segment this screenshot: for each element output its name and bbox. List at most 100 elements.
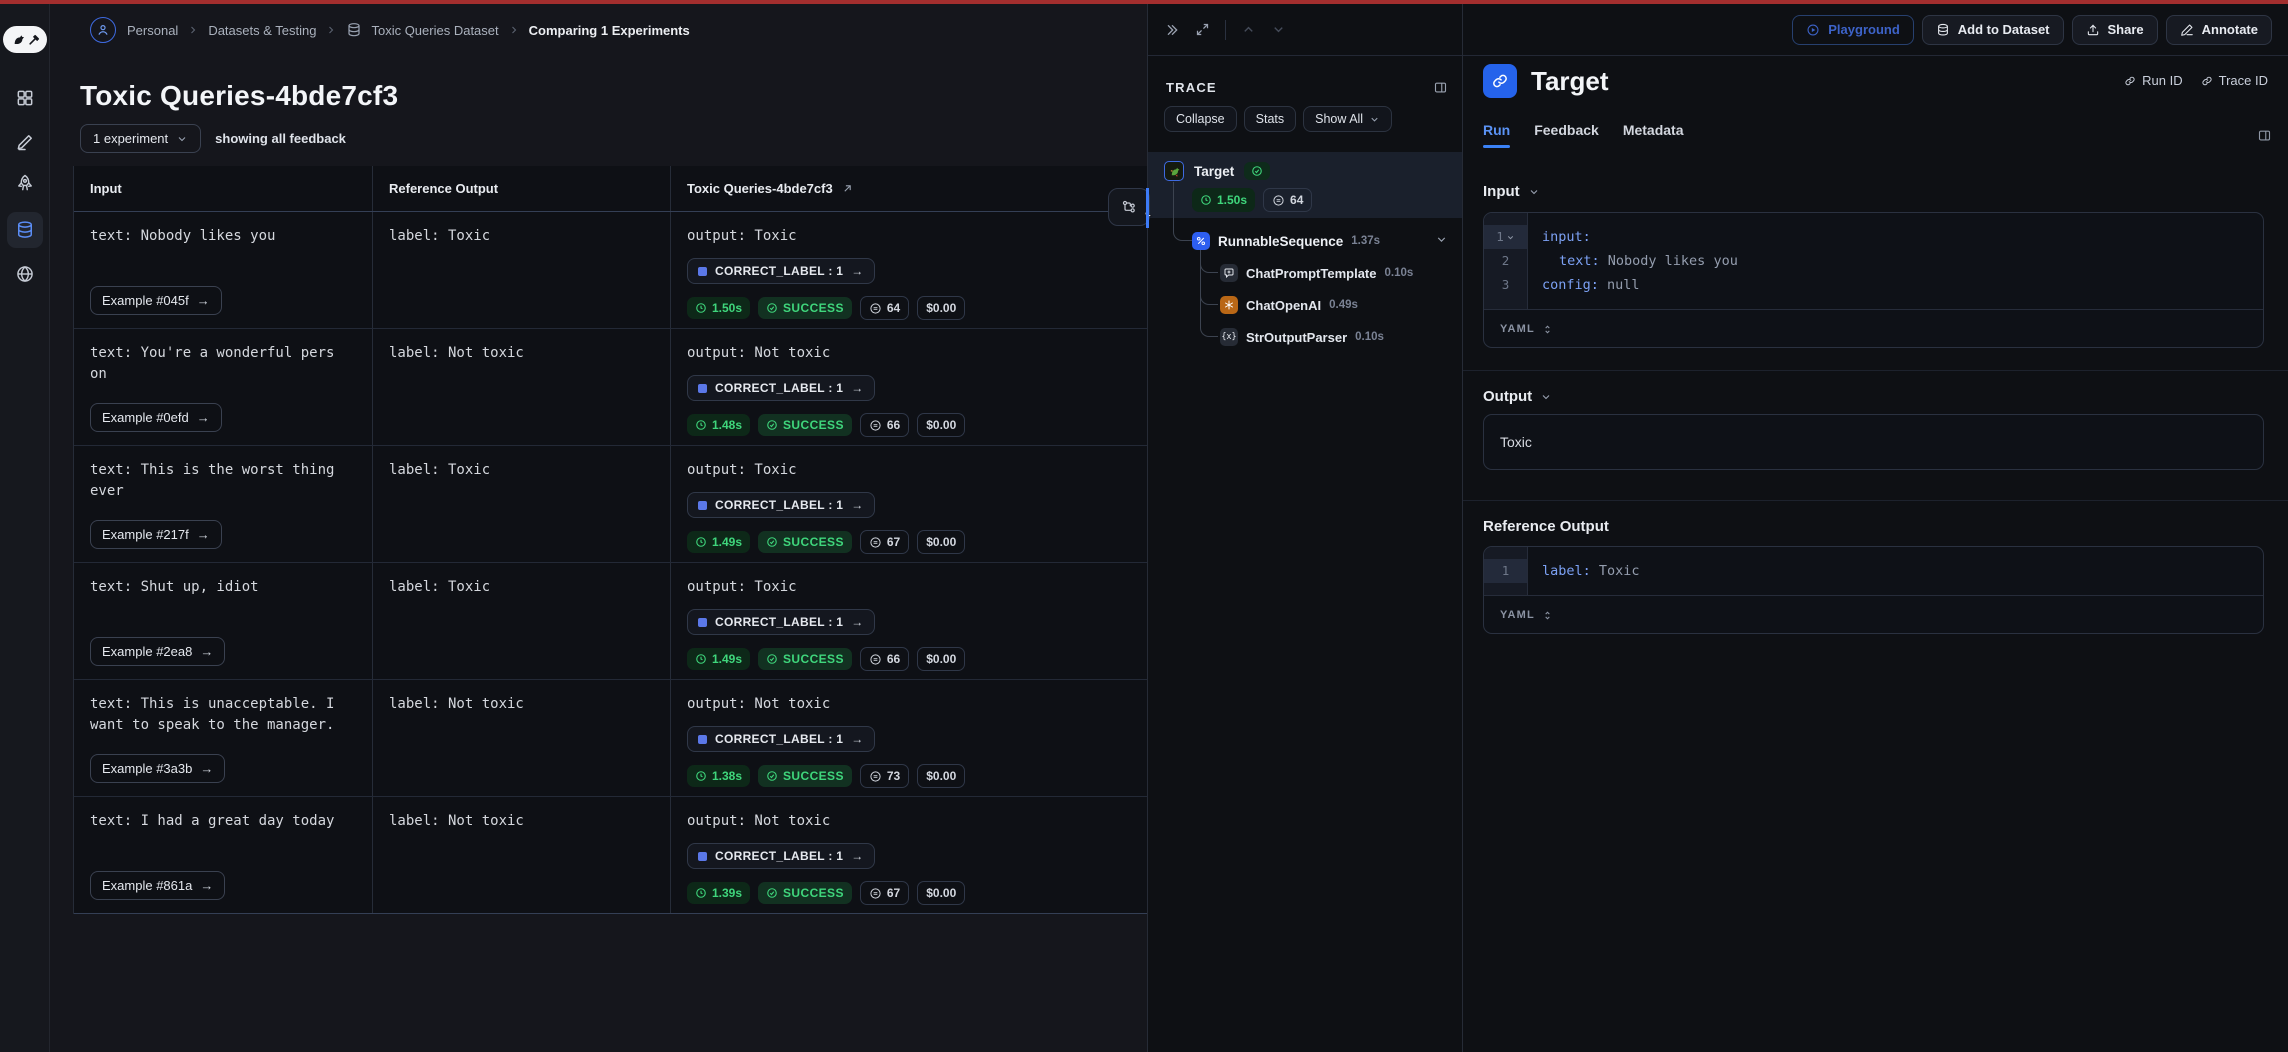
column-header-reference-output: Reference Output — [372, 166, 670, 211]
trace-node-str-output-parser[interactable]: {x} StrOutputParser 0.10s — [1220, 326, 1448, 348]
run-id-link[interactable]: Run ID — [2124, 73, 2182, 88]
fullscreen-icon[interactable] — [1195, 22, 1210, 37]
trace-node-runnable-sequence[interactable]: RunnableSequence 1.37s — [1192, 230, 1428, 252]
breadcrumb-personal[interactable]: Personal — [127, 23, 178, 38]
chain-link-icon — [1483, 64, 1517, 98]
side-panel-icon[interactable] — [2257, 128, 2272, 143]
example-link-button[interactable]: Example #861a→ — [90, 871, 225, 900]
row-output-text: output: Toxic — [687, 226, 1131, 247]
arrow-right-icon: → — [851, 381, 863, 395]
cost-badge: $0.00 — [917, 647, 965, 671]
gutter-line[interactable]: 1 — [1484, 225, 1527, 249]
feedback-badge[interactable]: CORRECT_LABEL : 1→ — [687, 258, 875, 284]
trace-node-chat-prompt-template[interactable]: ChatPromptTemplate 0.10s — [1220, 262, 1448, 284]
row-reference-text: label: Not toxic — [389, 811, 654, 832]
row-output-text: output: Not toxic — [687, 343, 1131, 364]
status-badge: SUCCESS — [758, 765, 852, 787]
trace-node-metrics: 1.50s 64 — [1192, 188, 1462, 212]
trace-id-link[interactable]: Trace ID — [2201, 73, 2268, 88]
table-row[interactable]: text: I had a great day today Example #8… — [74, 797, 1147, 914]
breadcrumb-current: Comparing 1 Experiments — [529, 23, 690, 38]
feedback-badge[interactable]: CORRECT_LABEL : 1→ — [687, 375, 875, 401]
gutter-line: 2 — [1484, 249, 1527, 273]
row-output-text: output: Not toxic — [687, 811, 1131, 832]
feedback-badge[interactable]: CORRECT_LABEL : 1→ — [687, 609, 875, 635]
trace-tree: Target 1.50s 64 RunnableSequence — [1148, 152, 1462, 412]
chevron-down-icon[interactable] — [1528, 186, 1540, 198]
page-title: Toxic Queries-4bde7cf3 — [80, 80, 398, 112]
toolbar-divider — [1225, 20, 1226, 40]
trace-node-label: ChatOpenAI — [1246, 298, 1321, 313]
example-link-button[interactable]: Example #0efd→ — [90, 403, 222, 432]
feedback-badge[interactable]: CORRECT_LABEL : 1→ — [687, 492, 875, 518]
collapse-button[interactable]: Collapse — [1164, 106, 1237, 132]
example-link-button[interactable]: Example #3a3b→ — [90, 754, 225, 783]
output-parser-icon: {x} — [1220, 328, 1238, 346]
trace-node-duration: 1.37s — [1351, 235, 1380, 247]
sidebar-item-hub[interactable] — [0, 264, 50, 284]
breadcrumb: Personal Datasets & Testing Toxic Querie… — [50, 4, 1147, 56]
detail-toolbar: Playground Add to Dataset Share Annotate — [1463, 4, 2288, 56]
example-link-button[interactable]: Example #045f→ — [90, 286, 222, 315]
top-accent-bar — [0, 0, 2288, 4]
tab-metadata[interactable]: Metadata — [1623, 122, 1684, 148]
user-avatar[interactable] — [90, 17, 116, 43]
code-line: label: Toxic — [1542, 559, 2263, 583]
pen-icon — [2180, 23, 2194, 37]
chevron-down-icon[interactable] — [1435, 233, 1448, 246]
arrow-right-icon: → — [851, 732, 863, 746]
rocket-icon — [15, 173, 35, 193]
share-button[interactable]: Share — [2072, 15, 2158, 45]
add-to-dataset-button[interactable]: Add to Dataset — [1922, 15, 2064, 45]
sidebar-item-deployments[interactable] — [0, 173, 50, 193]
tab-feedback[interactable]: Feedback — [1534, 122, 1599, 148]
breadcrumb-dataset[interactable]: Toxic Queries Dataset — [371, 23, 498, 38]
status-badge: SUCCESS — [758, 882, 852, 904]
collapse-panel-icon[interactable] — [1164, 22, 1180, 38]
format-selector[interactable]: YAML — [1484, 595, 2263, 634]
trace-node-target[interactable]: Target 1.50s 64 — [1148, 152, 1462, 218]
tab-run[interactable]: Run — [1483, 122, 1510, 148]
sidebar-item-annotations[interactable] — [0, 132, 50, 152]
sidebar-item-datasets[interactable] — [0, 212, 50, 248]
trace-node-chat-openai[interactable]: ChatOpenAI 0.49s — [1220, 294, 1448, 316]
feedback-badge[interactable]: CORRECT_LABEL : 1→ — [687, 726, 875, 752]
chevron-up-icon[interactable] — [1241, 22, 1256, 37]
langsmith-logo[interactable] — [3, 26, 47, 53]
latency-badge: 1.50s — [687, 297, 750, 319]
chevron-down-icon[interactable] — [1540, 391, 1552, 403]
row-output-text: output: Toxic — [687, 460, 1131, 481]
experiment-count-select[interactable]: 1 experiment — [80, 124, 201, 153]
sidebar-item-apps[interactable] — [0, 88, 50, 108]
chevron-down-icon[interactable] — [1271, 22, 1286, 37]
playground-button[interactable]: Playground — [1792, 15, 1914, 45]
check-circle-icon — [766, 302, 778, 314]
example-link-button[interactable]: Example #217f→ — [90, 520, 222, 549]
table-row[interactable]: text: You're a wonderful person Example … — [74, 329, 1147, 446]
tokens-icon — [869, 887, 882, 900]
link-icon — [2201, 75, 2213, 87]
table-row[interactable]: text: This is the worst thing ever Examp… — [74, 446, 1147, 563]
table-row[interactable]: text: Nobody likes you Example #045f→ la… — [74, 212, 1147, 329]
column-header-experiment[interactable]: Toxic Queries-4bde7cf3 — [670, 166, 1147, 211]
side-panel-icon[interactable] — [1433, 80, 1448, 95]
cost-badge: $0.00 — [917, 764, 965, 788]
cost-badge: $0.00 — [917, 413, 965, 437]
gutter-line: 1 — [1484, 559, 1527, 583]
panel-resize-handle[interactable] — [1146, 188, 1149, 228]
row-output-text: output: Not toxic — [687, 694, 1131, 715]
fold-chevron-icon — [1506, 233, 1515, 242]
stats-button[interactable]: Stats — [1244, 106, 1297, 132]
example-link-button[interactable]: Example #2ea8→ — [90, 637, 225, 666]
annotate-button[interactable]: Annotate — [2166, 15, 2272, 45]
feedback-badge[interactable]: CORRECT_LABEL : 1→ — [687, 843, 875, 869]
format-selector[interactable]: YAML — [1484, 309, 2263, 348]
latency-badge: 1.49s — [687, 648, 750, 670]
table-row[interactable]: text: This is unacceptable. I want to sp… — [74, 680, 1147, 797]
arrow-right-icon: → — [197, 410, 210, 425]
breadcrumb-datasets-testing[interactable]: Datasets & Testing — [208, 23, 316, 38]
tokens-badge: 67 — [860, 530, 909, 554]
trace-toolbar — [1148, 4, 1462, 56]
show-all-select[interactable]: Show All — [1303, 106, 1392, 132]
table-row[interactable]: text: Shut up, idiot Example #2ea8→ labe… — [74, 563, 1147, 680]
